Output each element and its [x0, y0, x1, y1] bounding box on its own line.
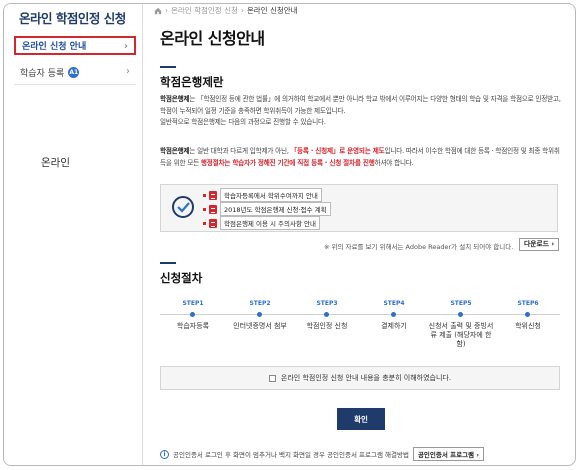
- step-label: 결제하기: [381, 322, 407, 330]
- intro-paragraph: 학점은행제는 「학점인정 등에 관한 법률」에 의거하여 학교에서 뿐만 아니라…: [160, 94, 564, 129]
- check-circle-icon: [172, 196, 194, 218]
- consent-label[interactable]: 온라인 학점인정 신청 안내 내용을 충분히 이해하였습니다.: [281, 373, 451, 383]
- step-item: STEP4 결제하기: [359, 300, 429, 331]
- step-dot: [324, 312, 329, 317]
- step-number: STEP1: [182, 300, 204, 307]
- home-icon[interactable]: [154, 7, 162, 15]
- document-item: 학습자등록에서 학위수여까지 안내: [203, 188, 322, 202]
- step-label: 인터넷증명서 첨부: [233, 322, 287, 330]
- chevron-right-icon: ›: [126, 66, 130, 77]
- document-item: 2018년도 학점은행제 신청·접수 계획: [203, 202, 331, 216]
- section-accent-bar: [160, 262, 176, 264]
- bullet-icon: [203, 207, 206, 211]
- consent-checkbox[interactable]: [268, 374, 276, 382]
- step-number: STEP4: [383, 300, 405, 307]
- document-link[interactable]: 학점은행제 이용 시 주의사항 안내: [220, 216, 320, 230]
- sidebar-item-online-guide[interactable]: 온라인 신청 안내 ›: [14, 36, 136, 55]
- step-item: STEP1 학습자등록: [158, 300, 228, 331]
- breadcrumb-separator: ›: [240, 6, 244, 15]
- certificate-note: i 공인인증서 로그인 후 화면이 멈추거나 백지 화면일 경우 공인인증서 프…: [160, 447, 484, 461]
- document-item: 학점은행제 이용 시 주의사항 안내: [203, 216, 320, 230]
- sidebar-footer-text: 온라인: [41, 157, 70, 169]
- section-accent-bar: [160, 66, 176, 68]
- sidebar-item-label: 학습자 등록: [20, 69, 65, 79]
- step-label: 학위신청: [515, 322, 541, 330]
- procedure-text: 는 일반 대학과 다르게 입학제가 아닌,: [189, 147, 291, 155]
- main-content: › 온라인 학점인정 신청 › 온라인 신청안내 온라인 신청안내 학점은행제란…: [144, 4, 575, 465]
- step-dot: [391, 312, 396, 317]
- chevron-right-icon: ›: [123, 41, 128, 52]
- document-link[interactable]: 학습자등록에서 학위수여까지 안내: [220, 188, 322, 202]
- certificate-program-button[interactable]: 공인인증서 프로그램 ›: [412, 447, 484, 461]
- term-credit-bank: 학점은행제: [160, 95, 190, 103]
- procedure-paragraph: 학점은행제는 일반 대학과 다르게 입학제가 아닌, 「등록 · 신청제」로 운…: [160, 146, 564, 169]
- intro-text: 는 「학점인정 등에 관한 법률」에 의거하여 학교에서 뿐만 아니라 학교 밖…: [160, 95, 561, 115]
- badge: A1: [68, 67, 80, 78]
- step-number: STEP5: [450, 300, 472, 307]
- step-dot: [257, 312, 262, 317]
- confirm-button[interactable]: 확인: [337, 408, 385, 430]
- pdf-icon: [209, 190, 217, 200]
- step-dot: [190, 312, 195, 317]
- section-title-procedure: 신청절차: [160, 271, 203, 285]
- app-window: 온라인 학점인정 신청 온라인 신청 안내 › 학습자 등록 A1 › 온라인 …: [3, 3, 576, 466]
- adobe-reader-note: ※ 위의 자료를 보기 위해서는 Adobe Reader가 설치 되어야 합니…: [324, 243, 514, 251]
- intro-text-2: 일반적으로 학점은행제는 다음의 과정으로 진행할 수 있습니다.: [160, 118, 326, 126]
- step-item: STEP5 신청서 출력 및 증빙서류 제출 (해당자에 한함): [426, 300, 496, 349]
- sidebar-item-learner-registration[interactable]: 학습자 등록 A1 ›: [14, 63, 136, 82]
- sidebar: 온라인 학점인정 신청 온라인 신청 안내 › 학습자 등록 A1 › 온라인: [4, 4, 143, 465]
- step-label: 학습자등록: [176, 322, 210, 330]
- pdf-icon: [209, 204, 217, 214]
- breadcrumb-item[interactable]: 온라인 학점인정 신청: [171, 5, 238, 16]
- step-label: 신청서 출력 및 증빙서류 제출 (해당자에 한함): [428, 322, 494, 348]
- bullet-icon: [203, 221, 206, 225]
- step-item: STEP2 인터넷증명서 첨부: [225, 300, 295, 331]
- step-dot: [525, 312, 530, 317]
- page-title: 온라인 신청안내: [160, 29, 265, 48]
- bullet-icon: [203, 193, 206, 197]
- highlight-text: 「등록 · 신청제」로 운영되는 제도: [290, 147, 385, 155]
- document-list-box: 학습자등록에서 학위수여까지 안내 2018년도 학점은행제 신청·접수 계획 …: [160, 184, 558, 232]
- step-number: STEP3: [316, 300, 338, 307]
- step-number: STEP2: [249, 300, 271, 307]
- step-number: STEP6: [517, 300, 539, 307]
- step-item: STEP6 학위신청: [493, 300, 563, 331]
- info-icon: i: [160, 449, 169, 459]
- procedure-text: 하셔야 합니다.: [374, 158, 414, 167]
- highlight-text: 행정절차는 학습자가 정해진 기간에 직접 등록 · 신청 절차를 진행: [200, 158, 375, 167]
- step-item: STEP3 학점인정 신청: [292, 300, 362, 331]
- breadcrumb-separator: ›: [165, 6, 168, 15]
- certificate-note-text: 공인인증서 로그인 후 화면이 멈추거나 백지 화면일 경우 공인인증서 프로그…: [173, 451, 409, 459]
- consent-box: 온라인 학점인정 신청 안내 내용을 충분히 이해하였습니다.: [160, 366, 560, 390]
- section-title-credit-bank: 학점은행제란: [160, 75, 224, 89]
- step-dot: [458, 312, 463, 317]
- breadcrumb: › 온라인 학점인정 신청 › 온라인 신청안내: [154, 5, 298, 16]
- sidebar-title: 온라인 학점인정 신청: [19, 11, 126, 26]
- sidebar-item-label: 온라인 신청 안내: [22, 42, 87, 52]
- document-link[interactable]: 2018년도 학점은행제 신청·접수 계획: [220, 202, 331, 216]
- pdf-icon: [209, 218, 217, 228]
- sidebar-divider: [14, 84, 136, 85]
- download-button[interactable]: 다운로드 ›: [519, 238, 560, 251]
- term-credit-bank: 학점은행제: [160, 147, 190, 155]
- breadcrumb-current: 온라인 신청안내: [246, 6, 298, 15]
- step-label: 학점인정 신청: [306, 322, 348, 330]
